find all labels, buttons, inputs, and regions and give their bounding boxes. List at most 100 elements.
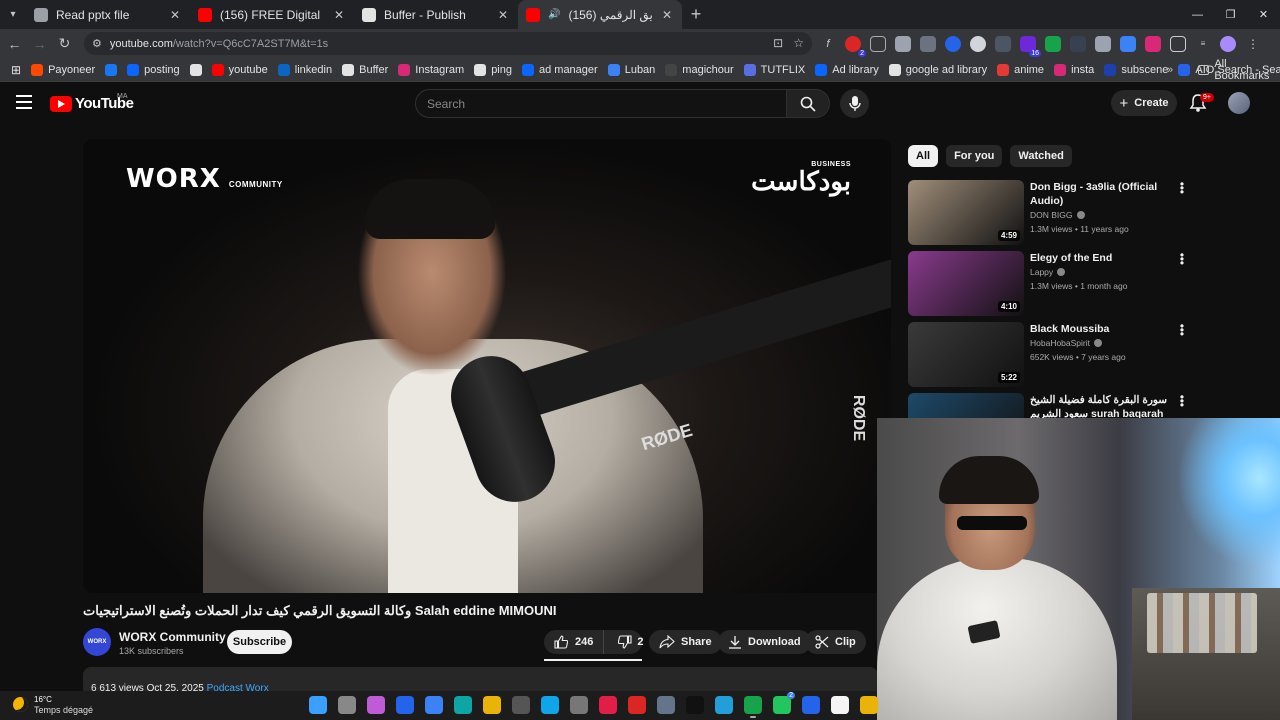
app-globe-icon[interactable] [657, 696, 675, 714]
video-title-link[interactable]: Black Moussiba [1030, 322, 1170, 336]
more-bookmarks-button[interactable]: » [1167, 58, 1173, 82]
subscribe-button[interactable]: Subscribe [227, 630, 292, 654]
telegram-icon[interactable] [715, 696, 733, 714]
video-thumbnail[interactable]: 4:10 [908, 251, 1024, 316]
bookmark-item[interactable]: Payoneer [26, 58, 100, 82]
extensions-puzzle-icon[interactable] [1170, 35, 1186, 52]
clip-button[interactable]: Clip [805, 630, 866, 654]
video-player[interactable]: RØDE RØDE WORX COMMUNITY BUSINESS بودكاس… [83, 139, 891, 593]
edge-icon[interactable] [541, 696, 559, 714]
chip-all[interactable]: All [908, 145, 939, 167]
ext-dark-icon[interactable] [995, 35, 1011, 52]
browser-tab[interactable]: (156) FREE Digital Marketing Co ✕ [190, 0, 354, 29]
video-title-link[interactable]: Don Bigg - 3a9lia (Official Audio) [1030, 180, 1170, 208]
video-thumbnail[interactable]: 4:59 [908, 180, 1024, 245]
channel-name[interactable]: WORX Community [119, 630, 226, 644]
bookmark-item[interactable]: ping [469, 58, 517, 82]
bookmark-item[interactable]: Luban [603, 58, 661, 82]
bookmark-item[interactable]: youtube [207, 58, 273, 82]
browser-tab[interactable]: Buffer - Publish ✕ [354, 0, 518, 29]
install-app-icon[interactable]: ⊡ [773, 36, 783, 50]
more-actions-icon[interactable]: • • • [1178, 391, 1186, 411]
dislike-button[interactable]: 2 [610, 630, 651, 654]
app-leaf-icon[interactable] [454, 696, 472, 714]
store-icon[interactable] [512, 696, 530, 714]
ext-gray-icon[interactable] [1070, 35, 1086, 52]
ext-purple-icon[interactable]: 16 [1020, 35, 1041, 57]
more-actions-icon[interactable]: • • • [1178, 249, 1186, 269]
close-tab-icon[interactable]: ✕ [168, 8, 182, 22]
browser-menu-icon[interactable]: ⋮ [1245, 36, 1261, 52]
ext-shield-icon[interactable] [1120, 35, 1136, 52]
bookmark-item[interactable]: TUTFLIX [739, 58, 811, 82]
windows-start-icon[interactable] [309, 696, 327, 714]
settings-icon[interactable] [570, 696, 588, 714]
video-app-icon[interactable] [628, 696, 646, 714]
task-view-icon[interactable] [338, 696, 356, 714]
bookmark-item[interactable]: Buffer [337, 58, 393, 82]
bookmark-item[interactable] [185, 58, 207, 82]
search-input[interactable]: Search [415, 89, 787, 118]
chip-for-you[interactable]: For you [946, 145, 1003, 167]
download-button[interactable]: Download [718, 630, 811, 654]
chrome-icon[interactable] [744, 696, 762, 718]
copilot-icon[interactable] [367, 696, 385, 714]
folder-icon[interactable] [860, 696, 878, 714]
minimize-button[interactable]: — [1181, 0, 1214, 29]
speaker-icon[interactable]: 🔊 [548, 9, 560, 20]
bookmark-item[interactable]: Ad library [810, 58, 883, 82]
bookmark-item[interactable]: ad manager [517, 58, 603, 82]
ext-circle-icon[interactable] [970, 35, 986, 52]
reload-button[interactable]: ↻ [52, 35, 77, 52]
bookmark-star-icon[interactable]: ☆ [793, 36, 804, 50]
whatsapp-icon[interactable]: 2 [773, 692, 795, 714]
address-bar[interactable]: ⚙ youtube.com/watch?v=Q6cC7A2ST7M&t=1s ⊡… [84, 32, 812, 55]
bookmark-item[interactable]: magichour [660, 58, 738, 82]
close-tab-icon[interactable]: ✕ [660, 8, 674, 22]
app-ring-icon[interactable] [425, 696, 443, 714]
ext-tool-icon[interactable] [1095, 35, 1111, 52]
back-button[interactable]: ← [2, 36, 27, 52]
channel-avatar[interactable]: WORX [83, 628, 111, 656]
video-channel[interactable]: HobaHobaSpirit [1030, 338, 1103, 348]
tab-search-button[interactable]: ▾ [0, 0, 26, 29]
close-window-button[interactable]: ✕ [1247, 0, 1280, 29]
chip-watched[interactable]: Watched [1010, 145, 1072, 167]
app-l-icon[interactable] [396, 696, 414, 714]
bookmark-item[interactable]: linkedin [273, 58, 337, 82]
ext-green-icon[interactable] [1045, 35, 1061, 52]
bookmark-item[interactable]: Instagram [393, 58, 469, 82]
more-actions-icon[interactable]: • • • [1178, 178, 1186, 198]
like-button[interactable]: 246 [544, 630, 605, 654]
site-info-icon[interactable]: ⚙ [92, 37, 102, 50]
recommended-video[interactable]: 4:10 Elegy of the End Lappy 1.3M views • 1 … [908, 249, 1192, 317]
restore-button[interactable]: ❐ [1214, 0, 1247, 29]
bookmark-item[interactable]: anime [992, 58, 1049, 82]
bookmark-item[interactable]: posting [122, 58, 184, 82]
close-tab-icon[interactable]: ✕ [496, 8, 510, 22]
tiktok-icon[interactable] [686, 696, 704, 714]
bookmark-item[interactable]: insta [1049, 58, 1099, 82]
video-channel[interactable]: Lappy [1030, 267, 1066, 277]
notion-icon[interactable] [831, 696, 849, 714]
ext-u-icon[interactable] [1145, 35, 1161, 52]
close-tab-icon[interactable]: ✕ [332, 8, 346, 22]
create-button[interactable]: + Create [1111, 90, 1177, 116]
account-avatar[interactable] [1228, 92, 1250, 114]
ext-blue-icon[interactable] [945, 35, 961, 52]
more-actions-icon[interactable]: • • • [1178, 320, 1186, 340]
guide-menu-icon[interactable] [16, 95, 32, 109]
apps-grid-icon[interactable]: ⊞ [6, 58, 26, 82]
ext-fx-icon[interactable]: f [820, 36, 836, 52]
media-controls-icon[interactable]: ≡ [1195, 36, 1211, 52]
ext-grid-icon[interactable] [870, 35, 886, 52]
ext-red-icon[interactable]: 2 [845, 35, 866, 57]
bookmark-item[interactable] [100, 58, 122, 82]
recommended-video[interactable]: 4:59 Don Bigg - 3a9lia (Official Audio) DO… [908, 178, 1192, 246]
opera-icon[interactable] [599, 696, 617, 714]
recommended-video[interactable]: 5:22 Black Moussiba HobaHobaSpirit 652K vie… [908, 320, 1192, 388]
video-thumbnail[interactable]: 5:22 [908, 322, 1024, 387]
video-title-link[interactable]: Elegy of the End [1030, 251, 1170, 265]
bookmark-item[interactable]: google ad library [884, 58, 992, 82]
forward-button[interactable]: → [27, 36, 52, 52]
